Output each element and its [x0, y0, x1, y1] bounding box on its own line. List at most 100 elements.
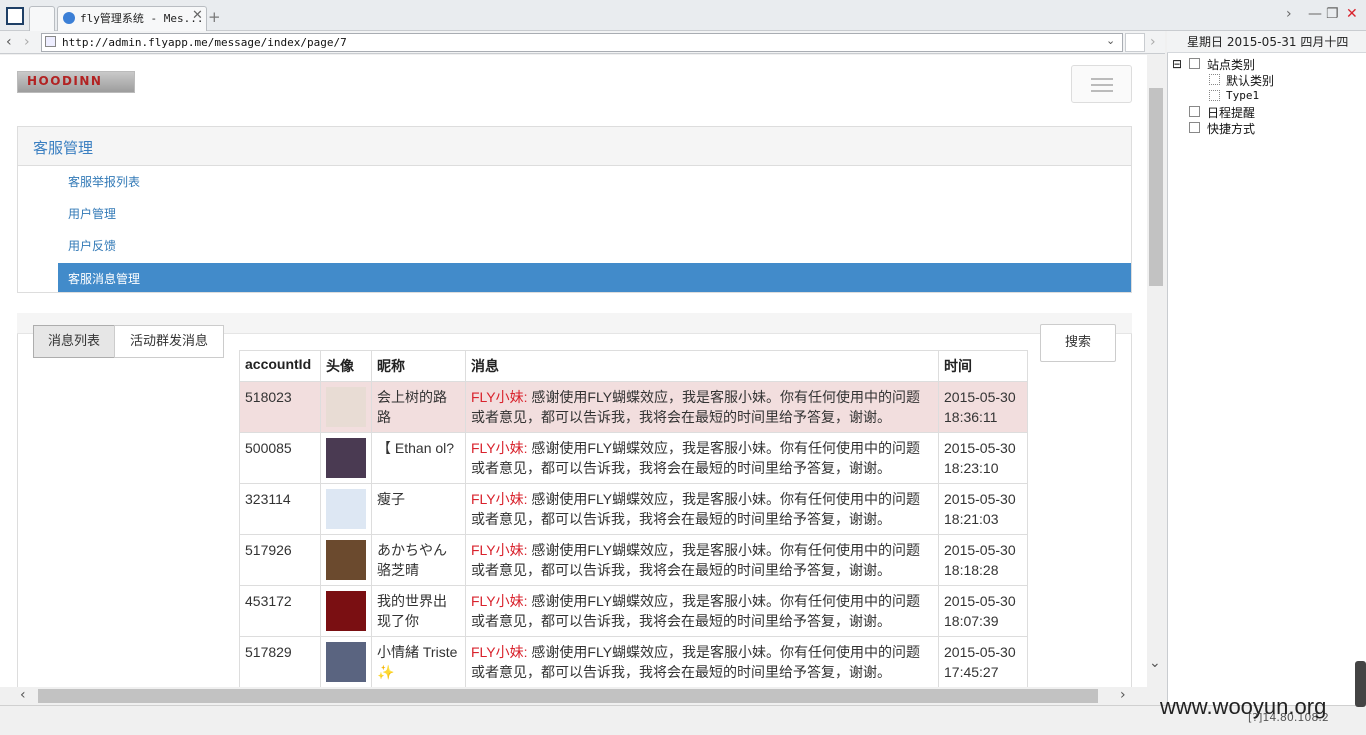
- cell-time: 2015-05-30 18:07:39: [938, 585, 1028, 637]
- globe-icon: [63, 12, 75, 24]
- side-handle[interactable]: [1355, 661, 1366, 707]
- table-row[interactable]: 518023 会上树的路路 FLY小妹: 感谢使用FLY蝴蝶效应，我是客服小妹。你有…: [239, 381, 1028, 433]
- shortcut-icon: [1189, 122, 1200, 133]
- service-panel-title: 客服管理: [33, 139, 94, 157]
- cell-nickname: 瘦子: [371, 483, 466, 535]
- avatar: [326, 642, 366, 682]
- cell-account-id: 500085: [239, 432, 321, 484]
- cell-account-id: 323114: [239, 483, 321, 535]
- cell-avatar: [320, 636, 372, 687]
- message-text: 感谢使用FLY蝴蝶效应，我是客服小妹。你有任何使用中的问题或者意见，都可以告诉我…: [471, 593, 921, 629]
- tab-message-list[interactable]: 消息列表: [33, 325, 115, 358]
- cell-message: FLY小妹: 感谢使用FLY蝴蝶效应，我是客服小妹。你有任何使用中的问题或者意见…: [465, 636, 939, 687]
- cell-avatar: [320, 534, 372, 586]
- cell-message: FLY小妹: 感谢使用FLY蝴蝶效应，我是客服小妹。你有任何使用中的问题或者意见…: [465, 432, 939, 484]
- cell-time: 2015-05-30 18:23:10: [938, 432, 1028, 484]
- cell-account-id: 517829: [239, 636, 321, 687]
- cell-message: FLY小妹: 感谢使用FLY蝴蝶效应，我是客服小妹。你有任何使用中的问题或者意见…: [465, 534, 939, 586]
- restore-icon[interactable]: ❐: [1326, 6, 1339, 22]
- cell-avatar: [320, 381, 372, 433]
- service-panel-header: [17, 126, 1132, 166]
- sender-label: FLY小妹:: [471, 491, 528, 507]
- table-row[interactable]: 517829 小情緒 Triste ✨ FLY小妹: 感谢使用FLY蝴蝶效应，我是客…: [239, 636, 1028, 687]
- vertical-scroll-thumb[interactable]: [1149, 88, 1163, 286]
- page-content: HOODINN 客服管理 客服举报列表 用户管理 用户反馈 客服消息管理 消息列…: [0, 55, 1147, 687]
- folder-icon: [1209, 74, 1220, 85]
- watermark: www.wooyun.org: [1160, 694, 1327, 719]
- table-header-row: accountId 头像 昵称 消息 时间: [239, 350, 1028, 382]
- sender-label: FLY小妹:: [471, 644, 528, 660]
- table-row[interactable]: 323114 瘦子 FLY小妹: 感谢使用FLY蝴蝶效应，我是客服小妹。你有任何使用…: [239, 483, 1028, 535]
- tree-item-shortcuts[interactable]: 快捷方式: [1207, 120, 1255, 137]
- minimize-icon[interactable]: —: [1308, 6, 1322, 22]
- go-button[interactable]: [1125, 33, 1145, 52]
- scroll-right-icon[interactable]: ›: [1120, 687, 1126, 703]
- folder-icon: [1189, 58, 1200, 69]
- menu-message-management-label: 客服消息管理: [68, 272, 141, 286]
- pinned-tab[interactable]: [29, 6, 55, 31]
- message-text: 感谢使用FLY蝴蝶效应，我是客服小妹。你有任何使用中的问题或者意见，都可以告诉我…: [471, 542, 921, 578]
- sender-label: FLY小妹:: [471, 542, 528, 558]
- menu-message-management[interactable]: [58, 263, 1131, 292]
- tab-broadcast-messages[interactable]: 活动群发消息: [114, 325, 224, 358]
- cell-account-id: 453172: [239, 585, 321, 637]
- tree-item-schedule[interactable]: 日程提醒: [1207, 104, 1255, 121]
- cell-message: FLY小妹: 感谢使用FLY蝴蝶效应，我是客服小妹。你有任何使用中的问题或者意见…: [465, 585, 939, 637]
- cell-account-id: 517926: [239, 534, 321, 586]
- tab-close-icon[interactable]: ✕: [192, 8, 203, 23]
- avatar: [326, 540, 366, 580]
- scroll-left-icon[interactable]: ‹: [20, 687, 26, 703]
- avatar: [326, 591, 366, 631]
- cell-message: FLY小妹: 感谢使用FLY蝴蝶效应，我是客服小妹。你有任何使用中的问题或者意见…: [465, 381, 939, 433]
- avatar: [326, 489, 366, 529]
- avatar: [326, 387, 366, 427]
- search-button[interactable]: 搜索: [1040, 324, 1116, 362]
- tab-title: fly管理系统 - Mes...: [80, 12, 204, 25]
- scroll-down-icon[interactable]: ⌄: [1149, 655, 1161, 671]
- cell-nickname: 我的世界出现了你: [371, 585, 466, 637]
- chevron-right-icon[interactable]: ›: [1286, 6, 1292, 22]
- tree-item-type1[interactable]: Type1: [1226, 89, 1259, 102]
- cell-avatar: [320, 483, 372, 535]
- forward-icon[interactable]: ›: [24, 34, 30, 50]
- table-row[interactable]: 500085 【 Ethan ol? FLY小妹: 感谢使用FLY蝴蝶效应，我是客服…: [239, 432, 1028, 484]
- menu-user-feedback[interactable]: 用户反馈: [68, 237, 116, 254]
- menu-user-management[interactable]: 用户管理: [68, 205, 116, 222]
- horizontal-scroll-thumb[interactable]: [38, 689, 1098, 703]
- menu-report-list[interactable]: 客服举报列表: [68, 173, 140, 190]
- page-icon: [45, 36, 56, 47]
- tree-item-default-category[interactable]: 默认类别: [1226, 72, 1274, 89]
- date-display: 星期日 2015-05-31 四月十四: [1167, 31, 1366, 53]
- column-header-nickname: 昵称: [371, 350, 466, 382]
- cell-avatar: [320, 585, 372, 637]
- message-text: 感谢使用FLY蝴蝶效应，我是客服小妹。你有任何使用中的问题或者意见，都可以告诉我…: [471, 440, 921, 476]
- tree-item-site-category[interactable]: 站点类别: [1207, 56, 1255, 73]
- sidebar-toggle-icon[interactable]: [6, 7, 24, 25]
- chevron-right-icon[interactable]: ›: [1150, 34, 1156, 50]
- sender-label: FLY小妹:: [471, 440, 528, 456]
- table-row[interactable]: 517926 あかちやん骆芝晴 FLY小妹: 感谢使用FLY蝴蝶效应，我是客服小妹。…: [239, 534, 1028, 586]
- cell-nickname: 【 Ethan ol?: [371, 432, 466, 484]
- cell-nickname: あかちやん骆芝晴: [371, 534, 466, 586]
- back-icon[interactable]: ‹: [6, 34, 12, 50]
- menu-toggle-button[interactable]: [1071, 65, 1132, 103]
- message-table: accountId 头像 昵称 消息 时间 518023 会上树的路路 FLY小妹:…: [239, 350, 1028, 687]
- cell-time: 2015-05-30 17:45:27: [938, 636, 1028, 687]
- cell-account-id: 518023: [239, 381, 321, 433]
- avatar: [326, 438, 366, 478]
- column-header-avatar: 头像: [320, 350, 372, 382]
- close-window-icon[interactable]: ✕: [1346, 6, 1358, 22]
- message-text: 感谢使用FLY蝴蝶效应，我是客服小妹。你有任何使用中的问题或者意见，都可以告诉我…: [471, 644, 921, 680]
- dropdown-icon[interactable]: ⌄: [1106, 34, 1115, 47]
- table-row[interactable]: 453172 我的世界出现了你 FLY小妹: 感谢使用FLY蝴蝶效应，我是客服小妹。…: [239, 585, 1028, 637]
- message-text: 感谢使用FLY蝴蝶效应，我是客服小妹。你有任何使用中的问题或者意见，都可以告诉我…: [471, 491, 921, 527]
- tree-expand-icon[interactable]: ⊟: [1172, 57, 1182, 71]
- new-tab-button[interactable]: +: [208, 8, 221, 26]
- cell-nickname: 会上树的路路: [371, 381, 466, 433]
- url-text: http://admin.flyapp.me/message/index/pag…: [62, 36, 347, 49]
- cell-time: 2015-05-30 18:36:11: [938, 381, 1028, 433]
- column-header-accountid: accountId: [239, 350, 321, 382]
- folder-icon: [1209, 90, 1220, 101]
- sender-label: FLY小妹:: [471, 593, 528, 609]
- sender-label: FLY小妹:: [471, 389, 528, 405]
